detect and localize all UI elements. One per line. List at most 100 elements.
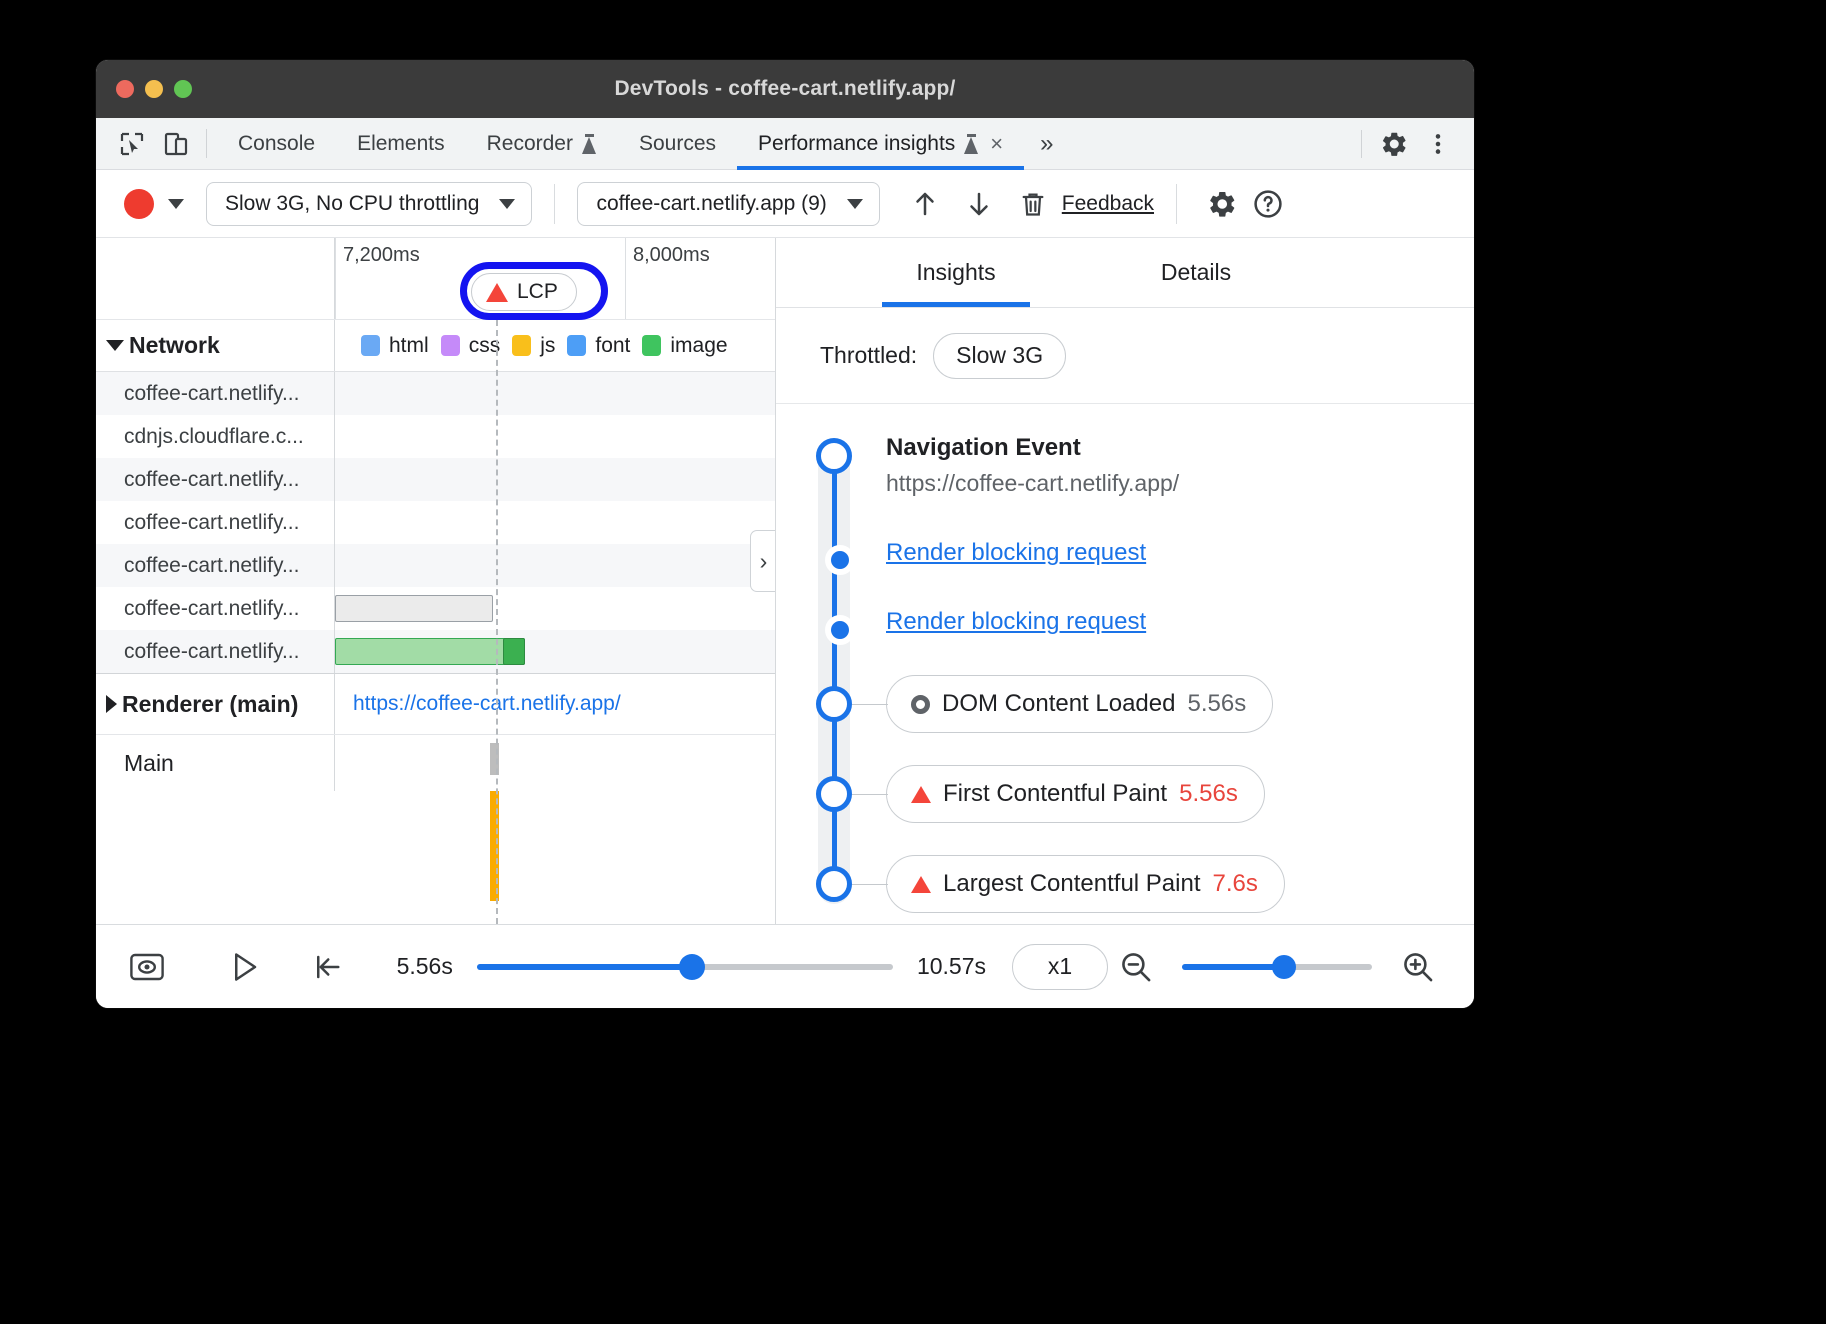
metric-label: DOM Content Loaded bbox=[942, 690, 1175, 718]
tab-label: Performance insights bbox=[758, 132, 955, 156]
zoom-out-icon[interactable] bbox=[1108, 941, 1164, 993]
renderer-group-toggle[interactable]: Renderer (main) bbox=[96, 674, 335, 734]
table-row[interactable]: coffee-cart.netlify... bbox=[96, 587, 775, 630]
zoom-controls bbox=[1108, 941, 1446, 993]
eye-filmstrip-icon[interactable] bbox=[120, 941, 174, 993]
device-toolbar-icon[interactable] bbox=[154, 118, 198, 169]
request-name: coffee-cart.netlify... bbox=[96, 501, 335, 544]
target-page-select[interactable]: coffee-cart.netlify.app (9) bbox=[577, 182, 879, 226]
rail-node-navigation[interactable] bbox=[816, 438, 852, 474]
upload-arrow-icon[interactable] bbox=[902, 181, 948, 227]
tab-recorder[interactable]: Recorder bbox=[466, 118, 618, 169]
network-rows: coffee-cart.netlify... cdnjs.cloudflare.… bbox=[96, 372, 775, 924]
tab-elements[interactable]: Elements bbox=[336, 118, 466, 169]
recording-toolbar: Slow 3G, No CPU throttling coffee-cart.n… bbox=[96, 170, 1474, 238]
more-tabs-icon[interactable]: » bbox=[1024, 118, 1069, 169]
table-row[interactable]: cdnjs.cloudflare.c... bbox=[96, 415, 775, 458]
timeline-ruler[interactable]: 7,200ms 8,000ms LCP bbox=[96, 238, 775, 320]
download-arrow-icon[interactable] bbox=[956, 181, 1002, 227]
window-traffic-lights bbox=[116, 80, 192, 98]
network-type-legend: html css js font bbox=[335, 334, 775, 358]
target-page-value: coffee-cart.netlify.app (9) bbox=[596, 192, 826, 216]
feedback-link[interactable]: Feedback bbox=[1062, 192, 1154, 216]
throttled-label: Throttled: bbox=[820, 342, 917, 369]
expand-pane-handle[interactable]: › bbox=[750, 530, 776, 592]
network-group-header[interactable]: Network html css js bbox=[96, 320, 775, 372]
metric-dom-content-loaded[interactable]: DOM Content Loaded 5.56s bbox=[886, 675, 1273, 733]
minimize-window-button[interactable] bbox=[145, 80, 163, 98]
renderer-group-header[interactable]: Renderer (main) https://coffee-cart.netl… bbox=[96, 673, 775, 735]
trash-icon[interactable] bbox=[1010, 181, 1056, 227]
tab-insights[interactable]: Insights bbox=[836, 238, 1076, 307]
table-row[interactable]: coffee-cart.netlify... bbox=[96, 630, 775, 673]
table-row[interactable]: coffee-cart.netlify... bbox=[96, 501, 775, 544]
tabstrip-divider bbox=[206, 129, 207, 158]
maximize-window-button[interactable] bbox=[174, 80, 192, 98]
ruler-tick: 8,000ms bbox=[625, 238, 626, 319]
throttling-select[interactable]: Slow 3G, No CPU throttling bbox=[206, 182, 532, 226]
zoom-in-icon[interactable] bbox=[1390, 941, 1446, 993]
metric-first-contentful-paint[interactable]: First Contentful Paint 5.56s bbox=[886, 765, 1265, 823]
triangle-expanded-icon bbox=[106, 340, 124, 351]
table-row[interactable]: coffee-cart.netlify... bbox=[96, 372, 775, 415]
rail-node-render-blocking[interactable] bbox=[825, 615, 855, 645]
jump-to-start-icon[interactable] bbox=[300, 941, 354, 993]
network-group-toggle[interactable]: Network bbox=[96, 320, 335, 371]
waterfall-bar-download[interactable] bbox=[503, 638, 525, 665]
kebab-menu-icon[interactable] bbox=[1416, 131, 1460, 157]
table-row[interactable]: coffee-cart.netlify... bbox=[96, 544, 775, 587]
rail-node-render-blocking[interactable] bbox=[825, 545, 855, 575]
legend-item: css bbox=[441, 334, 501, 358]
request-track bbox=[335, 630, 775, 673]
close-icon[interactable]: × bbox=[990, 133, 1003, 155]
rail-connector bbox=[852, 884, 888, 885]
tab-sources[interactable]: Sources bbox=[618, 118, 737, 169]
gear-icon[interactable] bbox=[1372, 129, 1416, 159]
render-blocking-request-link-2[interactable]: Render blocking request bbox=[886, 608, 1146, 636]
tab-details[interactable]: Details bbox=[1076, 238, 1316, 307]
timeline-pane: 7,200ms 8,000ms LCP Network bbox=[96, 238, 776, 924]
renderer-url[interactable]: https://coffee-cart.netlify.app/ bbox=[353, 692, 621, 716]
ruler-tick-label: 8,000ms bbox=[626, 244, 710, 267]
table-row[interactable]: coffee-cart.netlify... bbox=[96, 458, 775, 501]
inspect-cursor-icon[interactable] bbox=[110, 118, 154, 169]
slider-knob[interactable] bbox=[679, 954, 705, 980]
red-triangle-icon bbox=[911, 786, 931, 803]
tab-console[interactable]: Console bbox=[217, 118, 336, 169]
rail-node-largest-contentful-paint[interactable] bbox=[816, 866, 852, 902]
help-circle-icon[interactable] bbox=[1245, 181, 1291, 227]
rail-node-first-contentful-paint[interactable] bbox=[816, 776, 852, 812]
render-blocking-request-link-1[interactable]: Render blocking request bbox=[886, 539, 1146, 567]
navigation-event-block[interactable]: Navigation Event https://coffee-cart.net… bbox=[886, 434, 1179, 497]
lcp-timeline-marker[interactable]: LCP bbox=[471, 273, 577, 311]
waterfall-bar[interactable] bbox=[335, 638, 525, 665]
devtools-window: DevTools - coffee-cart.netlify.app/ Cons… bbox=[96, 60, 1474, 1008]
main-thread-track bbox=[335, 735, 775, 791]
zoom-slider[interactable] bbox=[1182, 955, 1372, 979]
main-task-block[interactable] bbox=[490, 743, 499, 775]
record-options-chevron-down-icon[interactable] bbox=[168, 199, 184, 209]
gear-icon[interactable] bbox=[1199, 181, 1245, 227]
playback-speed-button[interactable]: x1 bbox=[1012, 944, 1108, 990]
tab-performance-insights[interactable]: Performance insights × bbox=[737, 118, 1024, 169]
play-triangle-icon[interactable] bbox=[218, 941, 272, 993]
legend-swatch-image bbox=[642, 335, 661, 356]
triangle-collapsed-icon bbox=[106, 695, 117, 713]
metric-largest-contentful-paint[interactable]: Largest Contentful Paint 7.6s bbox=[886, 855, 1285, 913]
navigation-event-url: https://coffee-cart.netlify.app/ bbox=[886, 470, 1179, 497]
main-thread-label: Main bbox=[96, 735, 335, 791]
time-range-slider[interactable] bbox=[477, 954, 893, 980]
legend-swatch-html bbox=[361, 335, 380, 356]
record-circle-icon[interactable] bbox=[124, 189, 154, 219]
renderer-track: https://coffee-cart.netlify.app/ bbox=[335, 674, 775, 734]
devtools-body: 7,200ms 8,000ms LCP Network bbox=[96, 238, 1474, 924]
rail-node-dom-content-loaded[interactable] bbox=[816, 686, 852, 722]
zoom-slider-knob[interactable] bbox=[1272, 955, 1296, 979]
flame-js-block[interactable] bbox=[490, 791, 499, 901]
close-window-button[interactable] bbox=[116, 80, 134, 98]
request-name: coffee-cart.netlify... bbox=[96, 372, 335, 415]
window-titlebar: DevTools - coffee-cart.netlify.app/ bbox=[96, 60, 1474, 118]
waterfall-bar[interactable] bbox=[335, 595, 493, 622]
main-thread-row[interactable]: Main bbox=[96, 735, 775, 791]
throttling-value: Slow 3G, No CPU throttling bbox=[225, 192, 479, 216]
